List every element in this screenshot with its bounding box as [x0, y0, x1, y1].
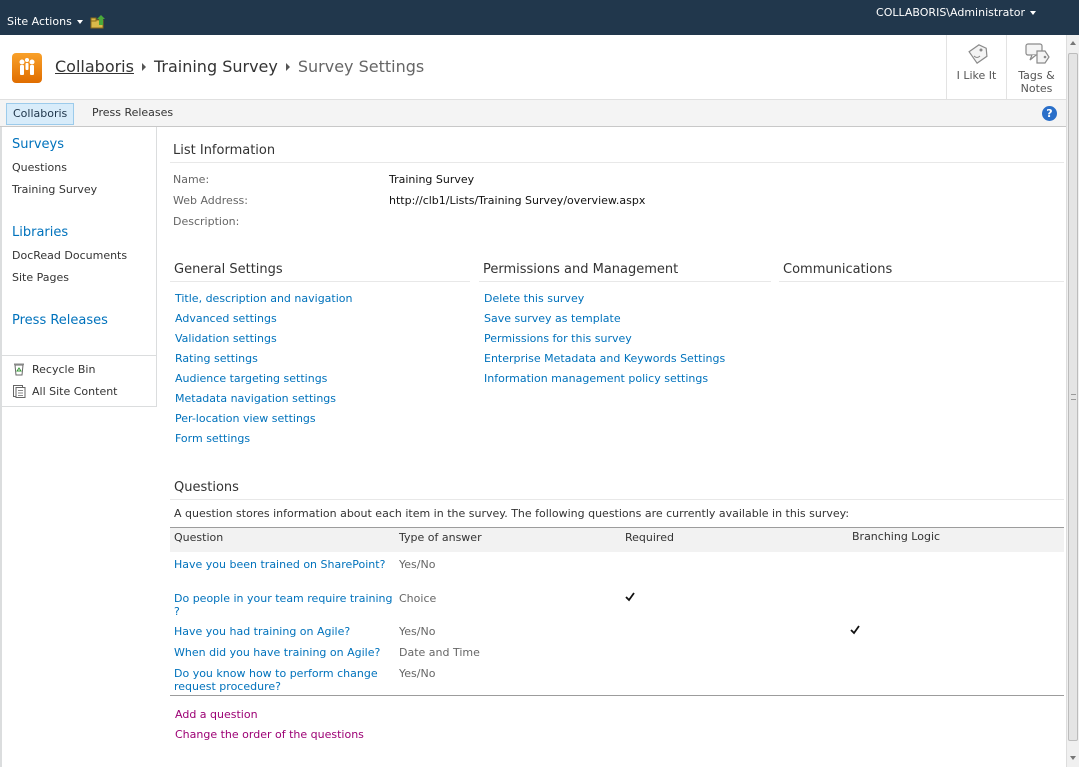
required-check-icon: [625, 592, 635, 602]
topnav-item-collaboris[interactable]: Collaboris: [6, 103, 75, 125]
save-as-template-link[interactable]: Save survey as template: [484, 312, 621, 325]
breadcrumb-list-link[interactable]: Training Survey: [154, 57, 278, 76]
breadcrumb-site-link[interactable]: Collaboris: [55, 57, 134, 76]
table-bottom-border: [170, 695, 1064, 696]
column-header-required: Required: [625, 531, 674, 544]
help-icon[interactable]: ?: [1042, 106, 1057, 121]
breadcrumb: Collaboris Training Survey Survey Settings: [55, 57, 424, 76]
quicklaunch-heading-libraries[interactable]: Libraries: [12, 225, 68, 240]
question-link[interactable]: When did you have training on Agile?: [174, 646, 404, 659]
name-value: Training Survey: [389, 173, 475, 186]
quicklaunch-heading-press-releases[interactable]: Press Releases: [12, 313, 108, 328]
communications-heading: Communications: [783, 262, 893, 277]
chevron-down-icon: [1030, 11, 1036, 15]
site-actions-menu[interactable]: Site Actions: [7, 15, 83, 28]
question-type: Yes/No: [399, 667, 436, 680]
information-policy-link[interactable]: Information management policy settings: [484, 372, 708, 385]
all-site-content-link[interactable]: All Site Content: [12, 384, 118, 398]
quicklaunch-item-questions[interactable]: Questions: [12, 161, 67, 174]
scroll-grip-icon: [1071, 394, 1076, 400]
site-actions-label: Site Actions: [7, 15, 72, 28]
breadcrumb-separator-icon: [141, 62, 146, 71]
section-divider: [170, 281, 470, 282]
tag-icon: [967, 44, 988, 65]
column-header-question: Question: [174, 531, 224, 544]
web-address-label: Web Address:: [173, 194, 248, 207]
change-order-link[interactable]: Change the order of the questions: [175, 728, 364, 741]
question-type: Yes/No: [399, 558, 436, 571]
quicklaunch-item-docread-documents[interactable]: DocRead Documents: [12, 249, 127, 262]
quicklaunch-item-site-pages[interactable]: Site Pages: [12, 271, 69, 284]
scroll-down-icon[interactable]: [1070, 756, 1076, 760]
tags-notes-icon: [1024, 43, 1050, 64]
web-address-value: http://clb1/Lists/Training Survey/overvi…: [389, 194, 646, 207]
column-header-branching: Branching Logic: [852, 530, 941, 543]
question-type: Choice: [399, 592, 437, 605]
recycle-bin-label: Recycle Bin: [32, 362, 96, 376]
social-ribbon: I Like It Tags & Notes: [946, 35, 1066, 99]
tags-notes-label-line2: Notes: [1020, 82, 1053, 95]
quicklaunch-heading-surveys[interactable]: Surveys: [12, 137, 64, 152]
question-link[interactable]: Do you know how to perform change reques…: [174, 667, 394, 693]
audience-targeting-link[interactable]: Audience targeting settings: [175, 372, 327, 385]
quicklaunch-item-training-survey[interactable]: Training Survey: [12, 183, 97, 196]
question-type: Yes/No: [399, 625, 436, 638]
top-navigation: Collaboris Press Releases ?: [0, 100, 1066, 127]
user-name: COLLABORIS\Administrator: [876, 6, 1025, 19]
topnav-item-press-releases[interactable]: Press Releases: [86, 103, 179, 125]
questions-description: A question stores information about each…: [174, 507, 850, 520]
site-logo-icon[interactable]: [12, 53, 42, 83]
recycle-bin-link[interactable]: Recycle Bin: [12, 362, 95, 376]
recycle-bin-icon: [14, 363, 24, 376]
permissions-heading: Permissions and Management: [483, 262, 679, 277]
section-divider: [779, 281, 1064, 282]
quick-launch: Surveys Questions Training Survey Librar…: [2, 127, 157, 407]
metadata-navigation-link[interactable]: Metadata navigation settings: [175, 392, 336, 405]
questions-heading: Questions: [174, 480, 239, 495]
description-label: Description:: [173, 215, 240, 228]
site-content-icon: [13, 385, 26, 398]
column-header-type: Type of answer: [399, 531, 482, 544]
question-link[interactable]: Do people in your team require training …: [174, 592, 394, 618]
tags-notes-button[interactable]: Tags & Notes: [1006, 35, 1066, 99]
section-divider: [479, 281, 771, 282]
question-link[interactable]: Have you had training on Agile?: [174, 625, 394, 638]
i-like-it-label: I Like It: [956, 69, 997, 82]
advanced-settings-link[interactable]: Advanced settings: [175, 312, 277, 325]
page-title: Survey Settings: [297, 57, 425, 76]
list-information-heading: List Information: [173, 143, 276, 158]
section-divider: [170, 499, 1064, 500]
i-like-it-button[interactable]: I Like It: [946, 35, 1006, 99]
permissions-link[interactable]: Permissions for this survey: [484, 332, 632, 345]
branching-check-icon: [850, 625, 860, 635]
breadcrumb-separator-icon: [285, 62, 290, 71]
vertical-scrollbar[interactable]: [1066, 35, 1079, 767]
scroll-up-icon[interactable]: [1070, 41, 1076, 45]
per-location-view-link[interactable]: Per-location view settings: [175, 412, 316, 425]
tags-notes-label-line1: Tags &: [1018, 69, 1055, 82]
scrollbar-thumb[interactable]: [1068, 53, 1078, 741]
question-link[interactable]: Have you been trained on SharePoint?: [174, 558, 394, 571]
validation-settings-link[interactable]: Validation settings: [175, 332, 277, 345]
top-bar: Site Actions COLLABORIS\Administrator: [0, 0, 1079, 35]
add-question-link[interactable]: Add a question: [175, 708, 258, 721]
enterprise-metadata-link[interactable]: Enterprise Metadata and Keywords Setting…: [484, 352, 725, 365]
title-area: Collaboris Training Survey Survey Settings…: [0, 35, 1066, 100]
navigate-up-icon[interactable]: [90, 15, 106, 29]
quicklaunch-divider: [2, 355, 157, 356]
form-settings-link[interactable]: Form settings: [175, 432, 250, 445]
user-menu[interactable]: COLLABORIS\Administrator: [876, 6, 1036, 19]
general-settings-heading: General Settings: [174, 262, 283, 277]
delete-survey-link[interactable]: Delete this survey: [484, 292, 584, 305]
section-divider: [170, 162, 1064, 163]
title-description-navigation-link[interactable]: Title, description and navigation: [175, 292, 353, 305]
name-label: Name:: [173, 173, 210, 186]
question-type: Date and Time: [399, 646, 480, 659]
rating-settings-link[interactable]: Rating settings: [175, 352, 258, 365]
all-site-content-label: All Site Content: [32, 384, 118, 398]
chevron-down-icon: [76, 20, 83, 24]
